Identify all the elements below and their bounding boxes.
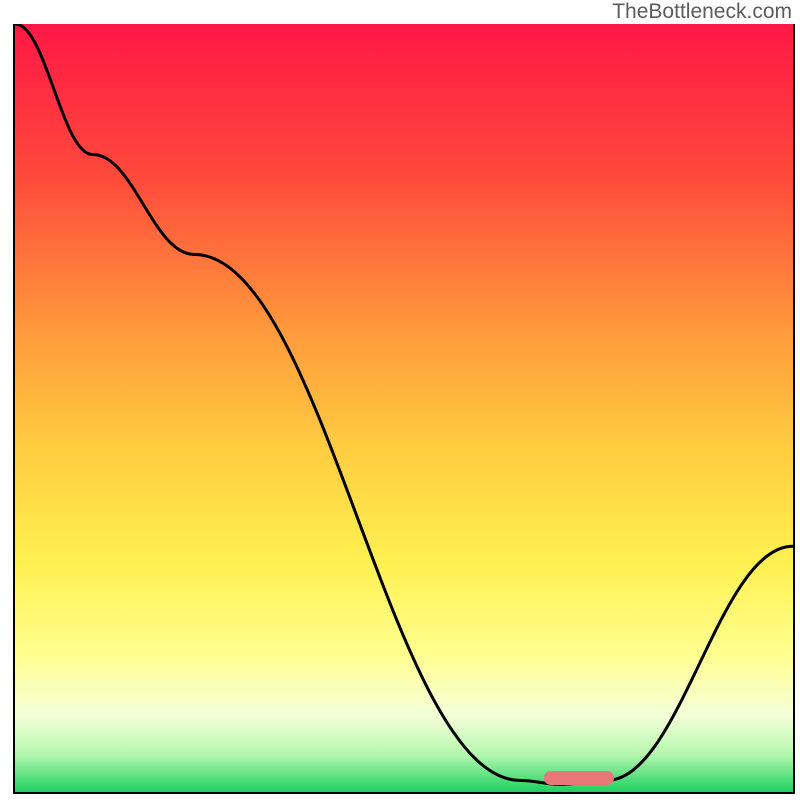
bottleneck-curve [15,24,793,792]
plot-area [13,24,795,794]
optimal-range-marker [544,771,614,785]
chart-container: TheBottleneck.com [0,0,800,800]
watermark-text: TheBottleneck.com [612,0,792,24]
